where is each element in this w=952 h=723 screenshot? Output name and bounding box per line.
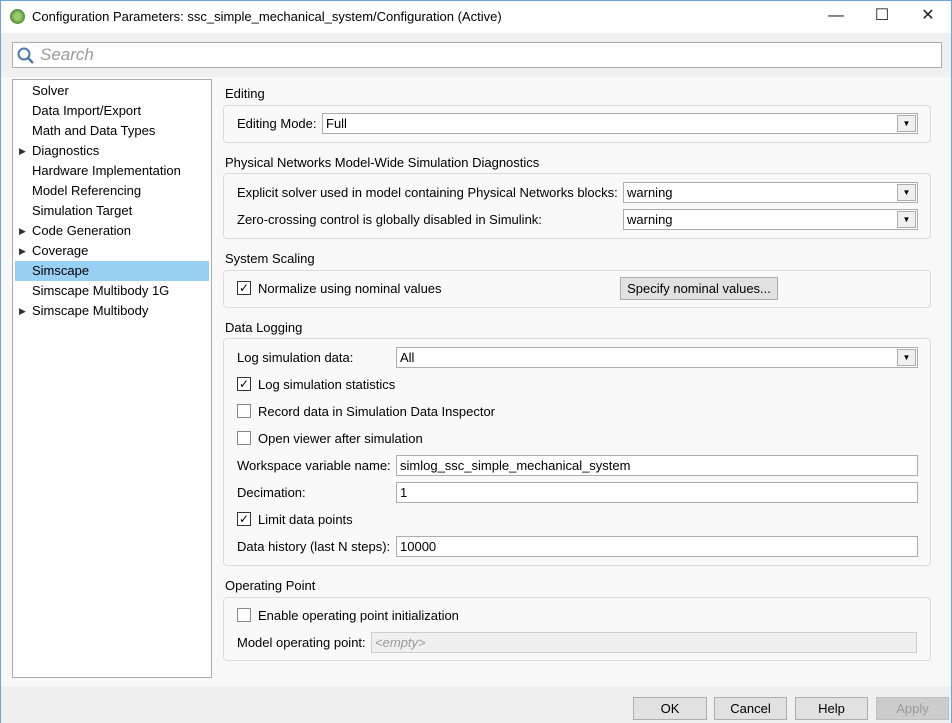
tree-item-label: Solver	[32, 83, 69, 98]
decimation-input[interactable]: 1	[396, 482, 918, 503]
explicit-solver-value: warning	[627, 185, 673, 200]
editing-mode-value: Full	[326, 116, 347, 131]
scaling-header: System Scaling	[225, 251, 315, 266]
data-history-label: Data history (last N steps):	[237, 539, 391, 554]
open-viewer-checkbox[interactable]	[237, 431, 251, 445]
tree-item[interactable]: ▶ Simscape Multibody	[15, 301, 209, 321]
window-title: Configuration Parameters: ssc_simple_mec…	[32, 9, 502, 24]
expand-arrow-icon[interactable]: ▶	[19, 221, 26, 241]
editing-header: Editing	[225, 86, 265, 101]
expand-arrow-icon[interactable]: ▶	[19, 241, 26, 261]
simulink-app-icon	[10, 9, 25, 24]
limit-points-label: Limit data points	[258, 512, 353, 527]
dropdown-arrow-icon: ▼	[897, 115, 916, 132]
explicit-solver-dropdown[interactable]: warning ▼	[623, 182, 918, 203]
tree-item[interactable]: ▶ Code Generation	[15, 221, 209, 241]
close-button[interactable]: ✕	[913, 5, 943, 27]
tree-item[interactable]: Simulation Target	[15, 201, 209, 221]
logging-group	[223, 338, 931, 566]
log-sim-data-label: Log simulation data:	[237, 350, 354, 365]
tree-item-label: Simulation Target	[32, 203, 133, 218]
normalize-checkbox[interactable]: ✓	[237, 281, 251, 295]
editing-mode-label: Editing Mode:	[237, 116, 317, 131]
minimize-button[interactable]: —	[821, 5, 851, 27]
search-placeholder: Search	[40, 45, 94, 64]
help-button[interactable]: Help	[795, 697, 868, 720]
data-history-input[interactable]: 10000	[396, 536, 918, 557]
log-stats-checkbox[interactable]: ✓	[237, 377, 251, 391]
expand-arrow-icon[interactable]: ▶	[19, 141, 26, 161]
workspace-var-input[interactable]: simlog_ssc_simple_mechanical_system	[396, 455, 918, 476]
diagnostics-header: Physical Networks Model-Wide Simulation …	[225, 155, 540, 170]
tree-item-label: Code Generation	[32, 223, 132, 238]
tree-item-label: Simscape Multibody 1G	[32, 283, 170, 298]
op-header: Operating Point	[225, 578, 316, 593]
tree-item-label: Simscape	[32, 263, 90, 278]
tree-item-label: Simscape Multibody	[32, 303, 149, 318]
zero-crossing-label: Zero-crossing control is globally disabl…	[237, 212, 542, 227]
log-sim-data-dropdown[interactable]: All ▼	[396, 347, 918, 368]
tree-item[interactable]: Data Import/Export	[15, 101, 209, 121]
tree-item[interactable]: Simscape Multibody 1G	[15, 281, 209, 301]
tree-item-label: Hardware Implementation	[32, 163, 181, 178]
tree-item-label: Coverage	[32, 243, 89, 258]
tree-item[interactable]: Solver	[15, 81, 209, 101]
zero-crossing-dropdown[interactable]: warning ▼	[623, 209, 918, 230]
search-input[interactable]: Search	[12, 42, 942, 68]
tree-item-label: Model Referencing	[32, 183, 142, 198]
log-sim-data-value: All	[400, 350, 415, 365]
tree-item-label: Math and Data Types	[32, 123, 156, 138]
model-op-input[interactable]: <empty>	[371, 632, 917, 653]
zero-crossing-value: warning	[627, 212, 673, 227]
explicit-solver-label: Explicit solver used in model containing…	[237, 185, 618, 200]
tree-item[interactable]: Math and Data Types	[15, 121, 209, 141]
tree-item-label: Diagnostics	[32, 143, 100, 158]
apply-button[interactable]: Apply	[876, 697, 949, 720]
dropdown-arrow-icon: ▼	[897, 211, 916, 228]
enable-op-checkbox[interactable]	[237, 608, 251, 622]
title-bar: Configuration Parameters: ssc_simple_mec…	[1, 1, 951, 33]
record-sdi-checkbox[interactable]	[237, 404, 251, 418]
limit-points-checkbox[interactable]: ✓	[237, 512, 251, 526]
open-viewer-label: Open viewer after simulation	[258, 431, 423, 446]
dropdown-arrow-icon: ▼	[897, 184, 916, 201]
logging-header: Data Logging	[225, 320, 303, 335]
record-sdi-label: Record data in Simulation Data Inspector	[258, 404, 496, 419]
tree-item[interactable]: ▶ Coverage	[15, 241, 209, 261]
tree-item-label: Data Import/Export	[32, 103, 142, 118]
log-stats-label: Log simulation statistics	[258, 377, 396, 392]
tree-item[interactable]: Model Referencing	[15, 181, 209, 201]
search-icon	[17, 47, 34, 64]
cancel-button[interactable]: Cancel	[714, 697, 787, 720]
tree-item[interactable]: Simscape	[15, 261, 209, 281]
enable-op-label: Enable operating point initialization	[258, 608, 459, 623]
category-tree: Solver Data Import/Export Math and Data Ty…	[12, 79, 212, 678]
ok-button[interactable]: OK	[633, 697, 707, 720]
normalize-label: Normalize using nominal values	[258, 281, 442, 296]
specify-nominal-values-button[interactable]: Specify nominal values...	[620, 277, 778, 300]
tree-item[interactable]: ▶ Diagnostics	[15, 141, 209, 161]
tree-item[interactable]: Hardware Implementation	[15, 161, 209, 181]
maximize-button[interactable]: ☐	[867, 5, 897, 27]
decimation-label: Decimation:	[237, 485, 306, 500]
expand-arrow-icon[interactable]: ▶	[19, 301, 26, 321]
workspace-var-label: Workspace variable name:	[237, 458, 391, 473]
editing-mode-dropdown[interactable]: Full ▼	[322, 113, 918, 134]
dropdown-arrow-icon: ▼	[897, 349, 916, 366]
model-op-label: Model operating point:	[237, 635, 366, 650]
config-dialog: Configuration Parameters: ssc_simple_mec…	[0, 0, 952, 723]
